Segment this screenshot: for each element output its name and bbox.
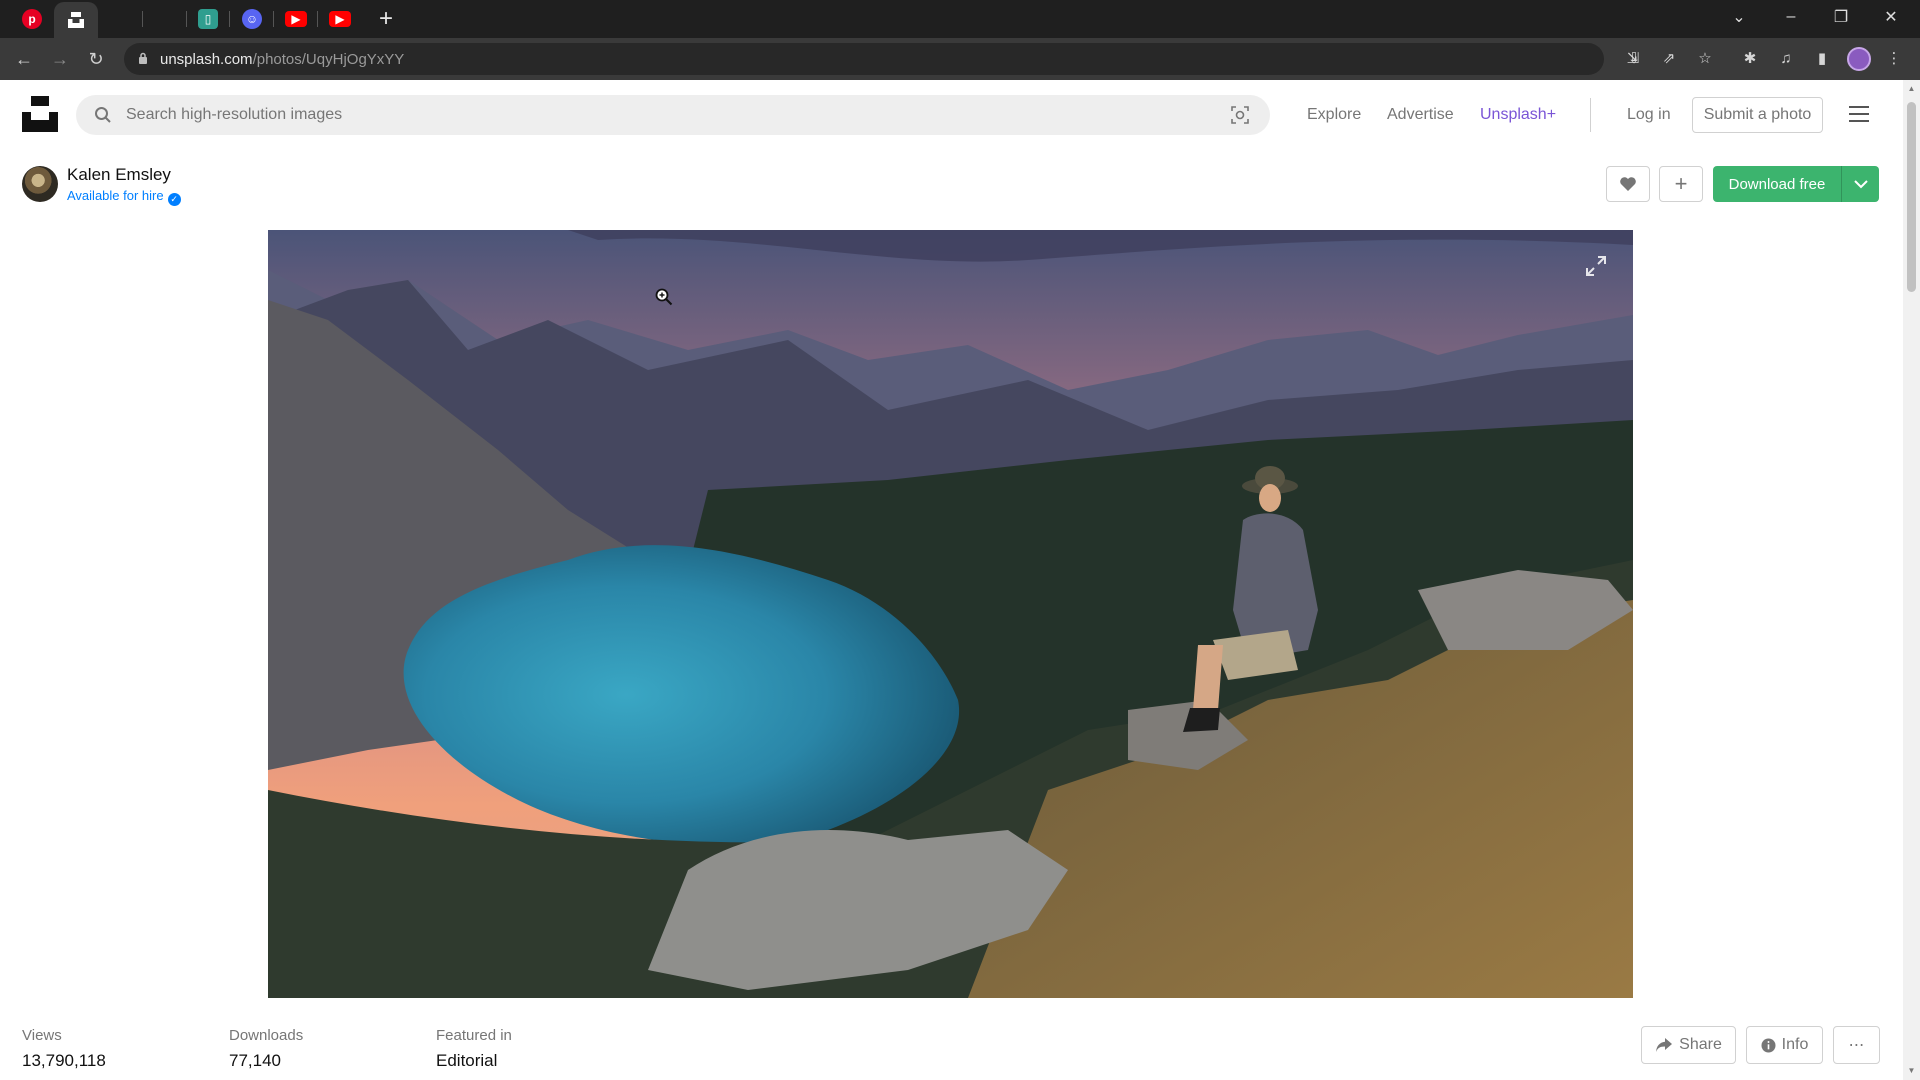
url-text: unsplash.com/photos/UqyHjOgYxYY	[160, 51, 405, 68]
nav-advertise[interactable]: Advertise	[1387, 106, 1454, 124]
lock-icon	[139, 52, 147, 64]
more-horizontal-icon: ⋯	[1848, 1037, 1865, 1054]
bookmark-star-icon[interactable]: ☆	[1694, 48, 1716, 70]
unsplash-page: Explore Advertise Unsplash+ Log in Submi…	[0, 80, 1903, 1080]
info-button[interactable]: Info	[1746, 1026, 1823, 1064]
tab-search-icon[interactable]: ⌄	[1716, 0, 1762, 34]
side-panel-icon[interactable]: ▮	[1811, 48, 1833, 70]
minimize-button[interactable]: –	[1768, 0, 1814, 34]
tab-blank-1[interactable]	[104, 0, 140, 38]
tab-pinterest[interactable]: p	[14, 0, 50, 38]
scroll-up-arrow-icon[interactable]: ▲	[1907, 84, 1916, 93]
stat-featured: Featured in Editorial	[436, 1027, 512, 1071]
zoom-in-cursor-icon	[655, 288, 673, 306]
tab-doc[interactable]: ▯	[190, 0, 226, 38]
author-avatar[interactable]	[22, 166, 58, 202]
mountain-lake-photo	[268, 230, 1633, 998]
stat-value: 77,140	[229, 1051, 281, 1070]
hire-status-label: Available for hire	[67, 188, 164, 203]
browser-toolbar: ← → ↻ unsplash.com/photos/UqyHjOgYxYY ⇩ …	[0, 38, 1920, 80]
download-options-button[interactable]	[1842, 166, 1879, 202]
tab-separator	[229, 11, 230, 27]
submit-photo-button[interactable]: Submit a photo	[1692, 97, 1823, 133]
share-button[interactable]: Share	[1641, 1026, 1736, 1064]
share-arrow-icon	[1656, 1038, 1673, 1052]
browser-tabstrip: p ▯ ☺ ▶ ▶ + ⌄ – ❐ ✕	[0, 0, 1920, 38]
like-button[interactable]	[1606, 166, 1650, 202]
tab-youtube-2[interactable]: ▶	[322, 0, 358, 38]
media-control-icon[interactable]: ♫	[1775, 48, 1797, 70]
stat-views: Views 13,790,118	[22, 1027, 106, 1071]
tab-separator	[273, 11, 274, 27]
plus-icon: +	[1674, 171, 1688, 196]
tab-unsplash[interactable]	[54, 2, 98, 38]
download-label: Download free	[1728, 175, 1826, 193]
verified-check-icon: ✓	[167, 193, 181, 206]
install-icon[interactable]: ⇲	[1622, 48, 1644, 70]
extensions-icon[interactable]: ✱	[1739, 48, 1761, 70]
share-page-icon[interactable]: ⇗	[1658, 48, 1680, 70]
author-name[interactable]: Kalen Emsley	[67, 165, 171, 185]
info-label: Info	[1781, 1036, 1809, 1053]
page-scrollbar[interactable]: ▲ ▼	[1903, 80, 1920, 1080]
unsplash-logo[interactable]	[22, 96, 58, 132]
more-actions-button[interactable]: ⋯	[1833, 1026, 1880, 1064]
share-label: Share	[1679, 1036, 1722, 1053]
tab-separator	[186, 11, 187, 27]
expand-icon[interactable]	[1584, 254, 1608, 278]
pinterest-icon: p	[22, 9, 42, 29]
tab-discord[interactable]: ☺	[234, 0, 270, 38]
profile-avatar[interactable]	[1847, 47, 1871, 71]
youtube-icon: ▶	[285, 11, 307, 27]
chevron-down-icon	[1853, 179, 1868, 188]
doc-icon: ▯	[198, 9, 218, 29]
restore-button[interactable]: ❐	[1818, 0, 1864, 34]
main-photo[interactable]	[268, 230, 1633, 998]
tab-youtube-1[interactable]: ▶	[278, 0, 314, 38]
back-button[interactable]: ←	[11, 46, 37, 72]
heart-icon	[1620, 177, 1636, 191]
stat-label: Downloads	[229, 1027, 304, 1044]
reload-button[interactable]: ↻	[83, 46, 109, 72]
discord-icon: ☺	[242, 9, 262, 29]
tab-separator	[317, 11, 318, 27]
forward-button[interactable]: →	[47, 46, 73, 72]
scroll-thumb[interactable]	[1907, 102, 1916, 292]
stat-downloads: Downloads 77,140	[229, 1027, 303, 1071]
visual-search-icon[interactable]	[1230, 105, 1250, 125]
add-to-collection-button[interactable]: +	[1659, 166, 1703, 202]
unsplash-icon	[68, 12, 84, 28]
close-window-button[interactable]: ✕	[1868, 0, 1914, 34]
info-icon	[1761, 1038, 1776, 1052]
nav-explore[interactable]: Explore	[1307, 106, 1361, 124]
login-link[interactable]: Log in	[1627, 106, 1671, 124]
hire-status[interactable]: Available for hire ✓	[67, 188, 181, 206]
browser-menu-icon[interactable]: ⋮	[1883, 48, 1905, 70]
featured-editorial-link[interactable]: Editorial	[436, 1051, 512, 1071]
download-button[interactable]: Download free	[1713, 166, 1879, 202]
stat-label: Featured in	[436, 1027, 512, 1044]
hamburger-menu-icon[interactable]	[1847, 104, 1871, 124]
new-tab-button[interactable]: +	[373, 6, 399, 32]
address-bar[interactable]: unsplash.com/photos/UqyHjOgYxYY ⇩	[124, 43, 1640, 75]
search-icon[interactable]	[94, 106, 112, 124]
search-bar[interactable]	[76, 95, 1270, 135]
stat-value: 13,790,118	[22, 1051, 106, 1070]
nav-unsplash-plus[interactable]: Unsplash+	[1480, 106, 1556, 124]
youtube-icon: ▶	[329, 11, 351, 27]
stat-label: Views	[22, 1027, 62, 1044]
scroll-down-arrow-icon[interactable]: ▼	[1907, 1066, 1916, 1075]
tab-separator	[142, 11, 143, 27]
search-input[interactable]	[126, 95, 1186, 135]
nav-divider	[1590, 98, 1591, 132]
tab-blank-2[interactable]	[148, 0, 184, 38]
